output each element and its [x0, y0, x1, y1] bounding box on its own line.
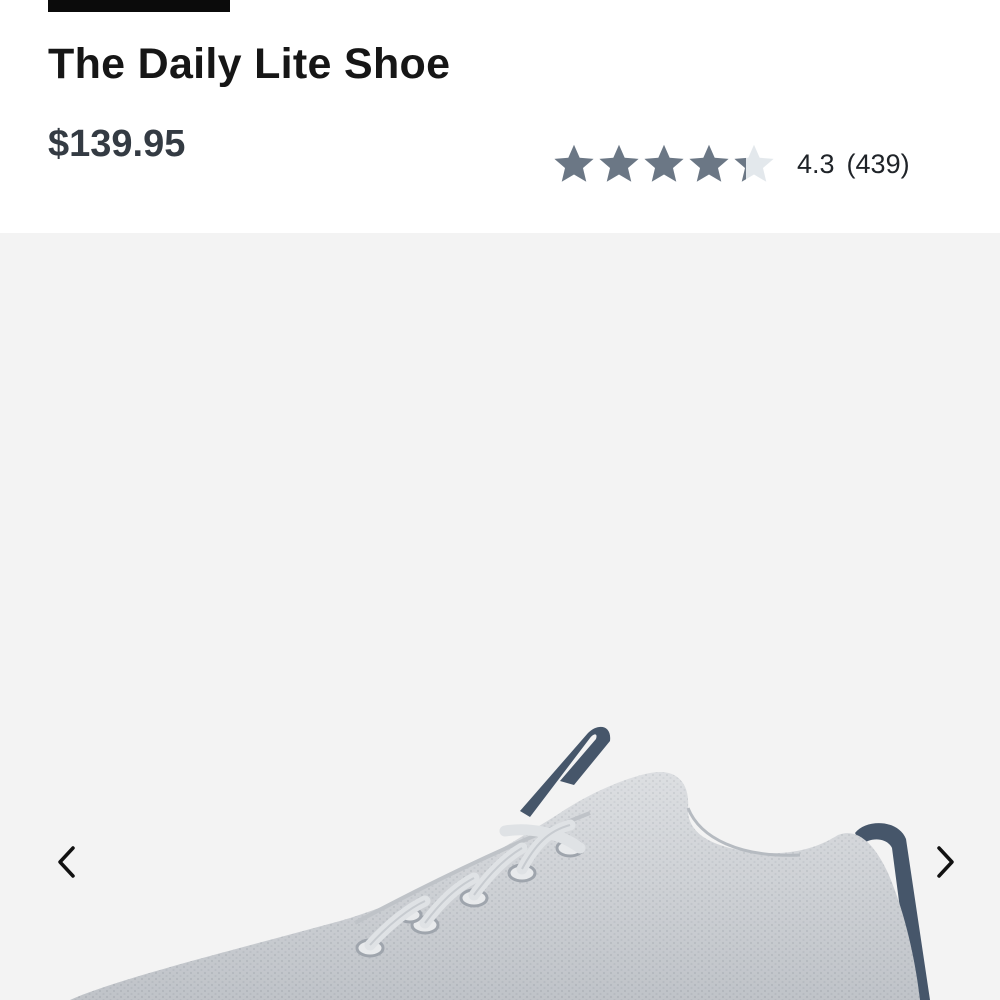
- star-icon: [644, 144, 684, 182]
- star-icon: [599, 144, 639, 182]
- chevron-right-icon: [937, 846, 954, 878]
- star-icon: [734, 144, 774, 182]
- product-title: The Daily Lite Shoe: [48, 40, 451, 88]
- chevron-left-icon: [58, 846, 75, 878]
- shoe-image: [70, 726, 930, 1000]
- star-rating: [552, 142, 777, 186]
- product-image-gallery[interactable]: [0, 233, 1000, 1000]
- product-price: $139.95: [48, 123, 186, 165]
- next-image-button[interactable]: [926, 838, 966, 886]
- rating-value: 4.3: [797, 148, 835, 179]
- star-icon: [689, 144, 729, 182]
- review-count[interactable]: (439): [847, 149, 910, 180]
- star-icon: [554, 144, 594, 182]
- top-badge-bar: [48, 0, 230, 12]
- product-rating[interactable]: 4.3 (439): [552, 138, 910, 190]
- prev-image-button[interactable]: [46, 838, 86, 886]
- product-page: The Daily Lite Shoe $139.95 4.3 (439): [0, 0, 1000, 1000]
